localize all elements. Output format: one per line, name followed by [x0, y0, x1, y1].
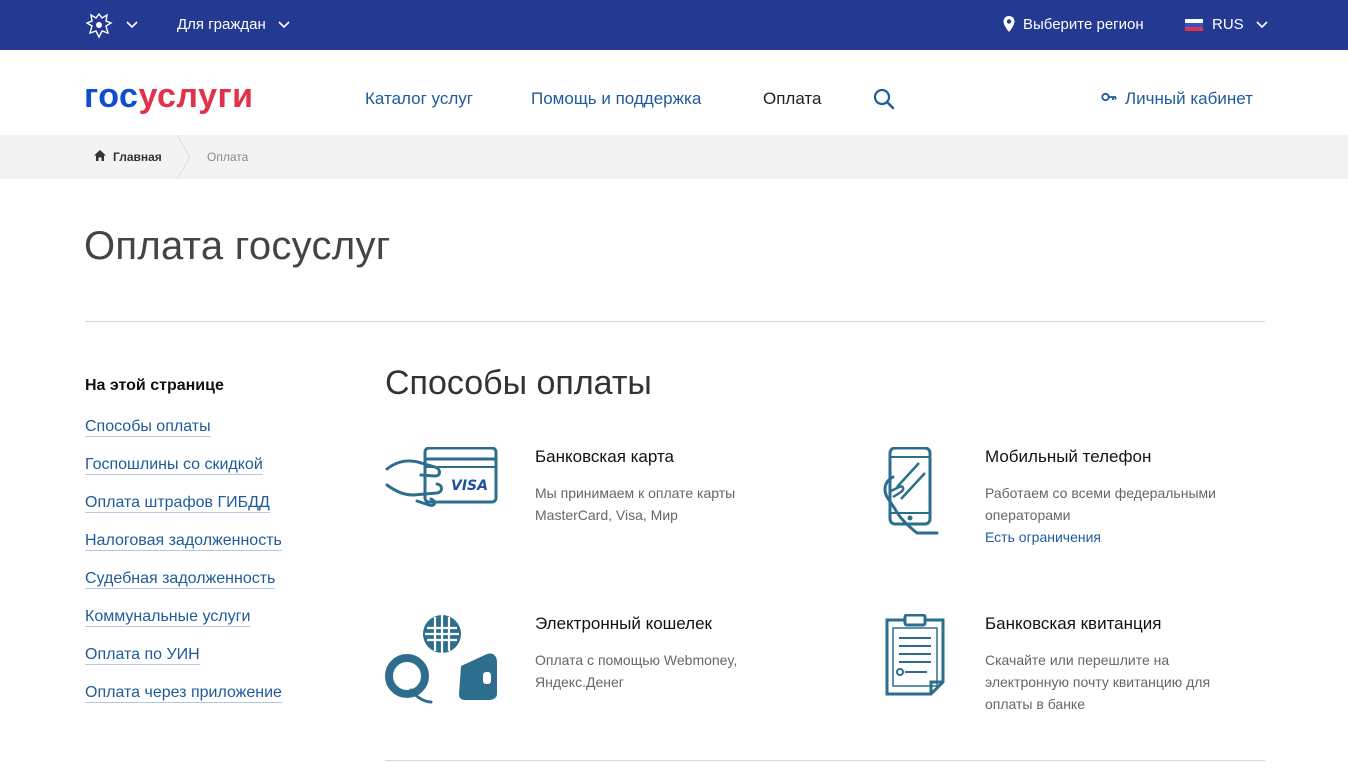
divider	[385, 760, 1265, 761]
russia-flag-icon	[1185, 19, 1203, 31]
list-item: Способы оплаты	[85, 418, 282, 456]
method-description: Скачайте или перешлите на электронную по…	[985, 652, 1211, 712]
chevron-down-icon[interactable]	[278, 21, 290, 29]
region-selector[interactable]: Выберите регион	[1023, 16, 1144, 33]
nav-help-link[interactable]: Помощь и поддержка	[531, 89, 701, 109]
restrictions-link[interactable]: Есть ограничения	[985, 526, 1235, 548]
e-wallet-icon	[385, 615, 497, 704]
sidebar-link-discount-fees[interactable]: Госпошлины со скидкой	[85, 456, 263, 475]
list-item: Оплата штрафов ГИБДД	[85, 494, 282, 532]
logo-part-uslugi: услуги	[138, 77, 254, 115]
chevron-down-icon[interactable]	[126, 21, 138, 29]
top-bar: Для граждан Выберите регион RUS	[0, 0, 1348, 50]
method-title: Банковская квитанция	[985, 614, 1162, 633]
nav-catalog-link[interactable]: Каталог услуг	[365, 89, 473, 109]
sidebar-link-court-debt[interactable]: Судебная задолженность	[85, 570, 276, 589]
payment-methods-title: Способы оплаты	[385, 364, 652, 402]
page-title: Оплата госуслуг	[84, 224, 391, 268]
list-item: Судебная задолженность	[85, 570, 282, 608]
svg-text:VISA: VISA	[451, 478, 488, 494]
divider	[85, 321, 1265, 322]
method-title: Электронный кошелек	[535, 614, 712, 633]
method-title: Банковская карта	[535, 447, 675, 466]
key-icon	[1101, 92, 1117, 102]
breadcrumb-current: Оплата	[207, 150, 249, 164]
russian-emblem-icon[interactable]	[84, 11, 114, 39]
breadcrumb-home-link[interactable]: Главная	[113, 150, 162, 164]
location-pin-icon	[1003, 16, 1015, 32]
method-description: Работаем со всеми федеральными оператора…	[985, 482, 1235, 548]
mobile-phone-icon	[883, 447, 939, 535]
nav-payment-link[interactable]: Оплата	[763, 89, 821, 109]
language-selector[interactable]: RUS	[1212, 16, 1244, 33]
main-header: госуслуги Каталог услуг Помощь и поддерж…	[0, 50, 1348, 135]
logo-part-gos: гос	[84, 77, 139, 115]
list-item: Оплата по УИН	[85, 646, 282, 684]
sidebar-link-utilities[interactable]: Коммунальные услуги	[85, 608, 251, 627]
method-description: Оплата с помощью Webmoney, Яндекс.Денег	[535, 652, 738, 690]
sidebar-link-tax-debt[interactable]: Налоговая задолженность	[85, 532, 282, 551]
bank-card-icon: VISA	[385, 447, 498, 507]
gosuslugi-logo[interactable]: госуслуги	[84, 76, 254, 116]
home-icon	[94, 150, 106, 161]
sidebar-link-traffic-fines[interactable]: Оплата штрафов ГИБДД	[85, 494, 270, 513]
list-item: Коммунальные услуги	[85, 608, 282, 646]
chevron-down-icon[interactable]	[1256, 21, 1268, 29]
method-description-text: Работаем со всеми федеральными оператора…	[985, 485, 1216, 523]
list-item: Оплата через приложение	[85, 684, 282, 722]
method-description: Мы принимаем к оплате карты MasterCard, …	[535, 485, 736, 523]
sidebar-link-uin-payment[interactable]: Оплата по УИН	[85, 646, 200, 665]
personal-cabinet-link[interactable]: Личный кабинет	[1125, 89, 1253, 109]
sidebar-link-app-payment[interactable]: Оплата через приложение	[85, 684, 282, 703]
breadcrumb: Главная Оплата	[0, 135, 1348, 179]
list-item: Налоговая задолженность	[85, 532, 282, 570]
sidebar-link-payment-methods[interactable]: Способы оплаты	[85, 418, 211, 437]
on-this-page-nav: Способы оплаты Госпошлины со скидкой Опл…	[85, 418, 282, 722]
list-item: Госпошлины со скидкой	[85, 456, 282, 494]
method-title: Мобильный телефон	[985, 447, 1152, 466]
on-this-page-heading: На этой странице	[85, 377, 224, 394]
search-icon[interactable]	[873, 88, 895, 110]
bank-receipt-icon	[885, 614, 945, 696]
breadcrumb-separator	[176, 135, 191, 179]
audience-selector[interactable]: Для граждан	[177, 16, 266, 33]
